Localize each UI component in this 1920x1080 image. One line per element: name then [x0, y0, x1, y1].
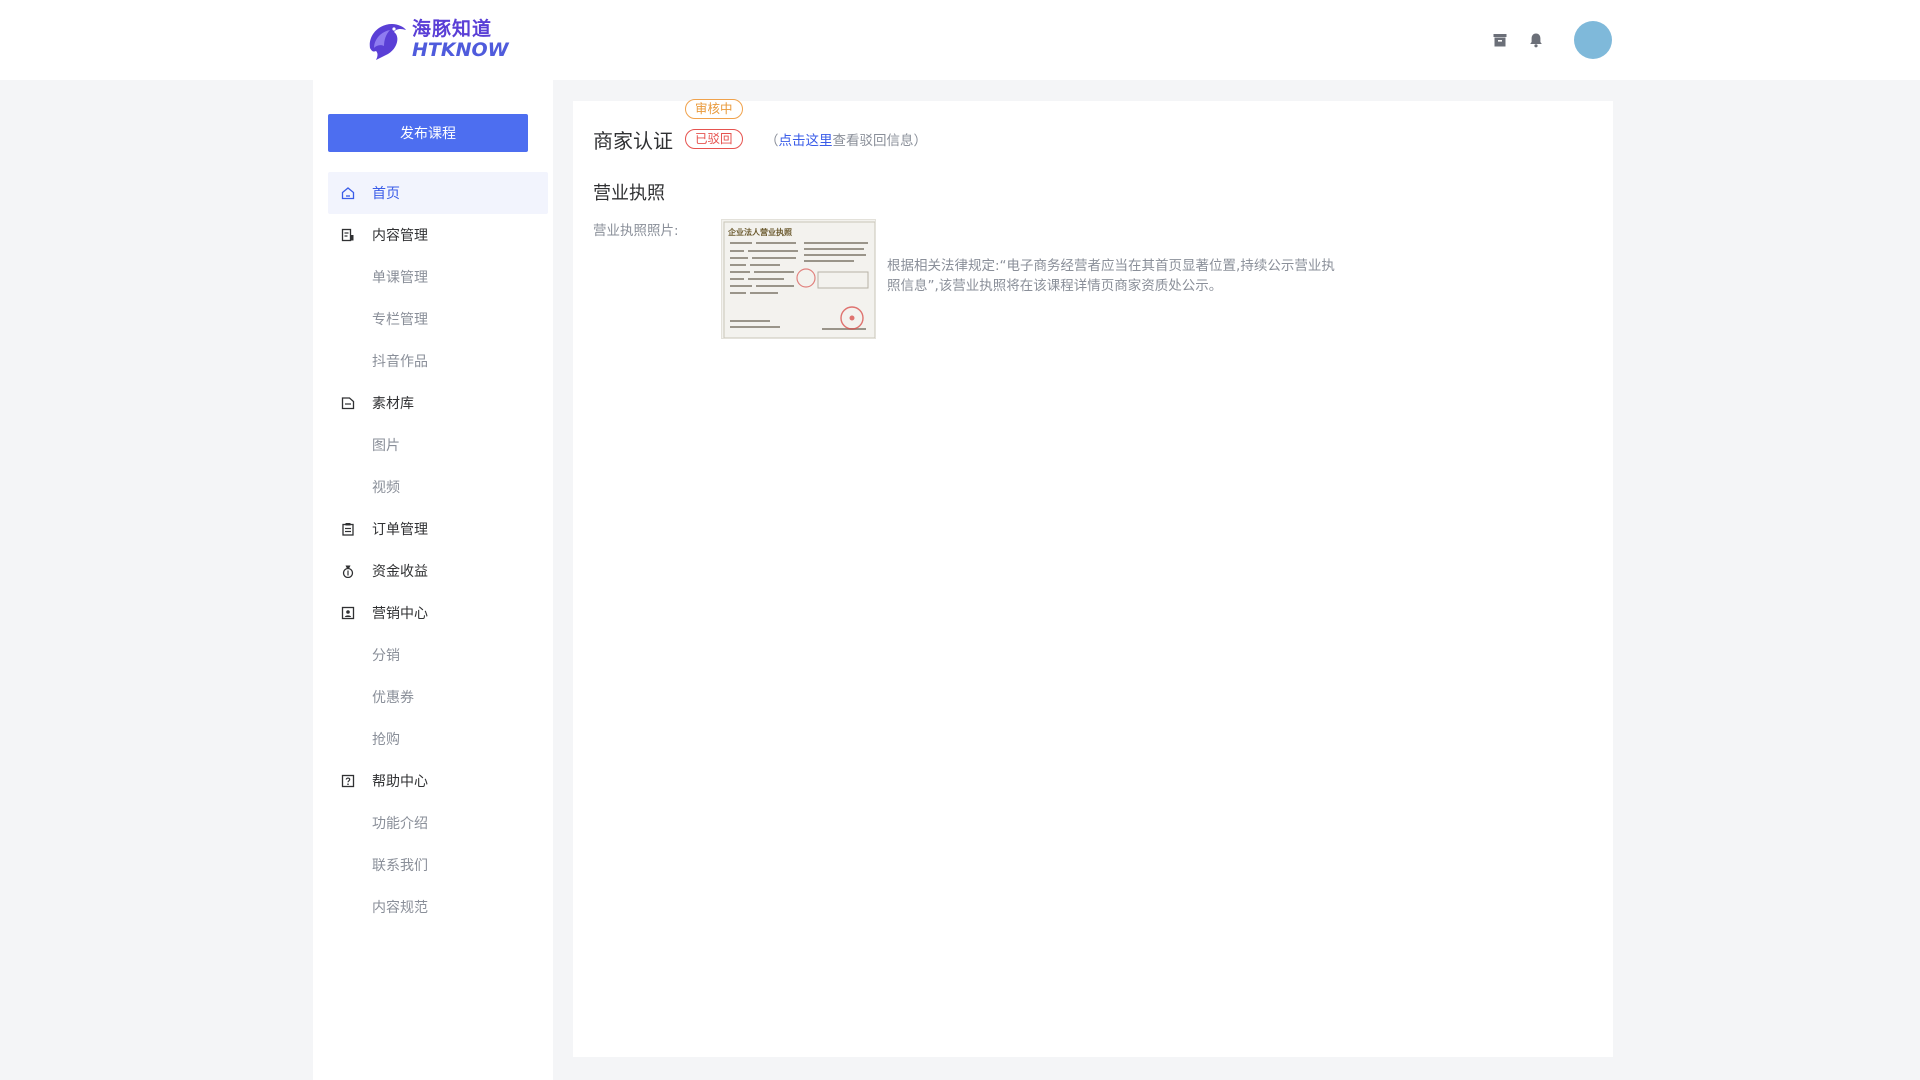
sidebar-item-label: 素材库: [372, 396, 414, 412]
license-title-text: 企业法人营业执照: [727, 227, 792, 237]
rejection-hint: （点击这里查看驳回信息）: [765, 133, 927, 149]
help-icon: [340, 773, 356, 789]
sidebar-item-label: 资金收益: [372, 564, 428, 580]
money-bag-icon: [340, 563, 356, 579]
title-row: 商家认证 审核中 已驳回 （点击这里查看驳回信息）: [593, 99, 927, 157]
sidebar-subitem-video[interactable]: 视频: [328, 466, 548, 508]
sidebar: 发布课程 首页 内容管理 单课管理 专栏管理 抖音作品 素材库 图片 视频 订单…: [313, 80, 553, 1080]
business-license-image[interactable]: 企业法人营业执照: [721, 219, 876, 339]
sidebar-item-marketing[interactable]: 营销中心: [328, 592, 548, 634]
content-doc-icon: [340, 227, 356, 243]
sidebar-item-home[interactable]: 首页: [328, 172, 548, 214]
logo[interactable]: 海豚知道 HTKNOW: [364, 16, 509, 64]
clipboard-icon: [340, 521, 356, 537]
sidebar-item-orders[interactable]: 订单管理: [328, 508, 548, 550]
status-badges: 审核中 已驳回: [685, 99, 747, 149]
sidebar-subitem-image[interactable]: 图片: [328, 424, 548, 466]
sidebar-subitem-douyin[interactable]: 抖音作品: [328, 340, 548, 382]
section-title-business-license: 营业执照: [593, 183, 665, 204]
sidebar-item-label: 内容管理: [372, 228, 428, 244]
sidebar-subitem-contact[interactable]: 联系我们: [328, 844, 548, 886]
sidebar-subitem-coupon[interactable]: 优惠券: [328, 676, 548, 718]
sidebar-subitem-rules[interactable]: 内容规范: [328, 886, 548, 928]
logo-en-text: HTKNOW: [412, 39, 509, 61]
logo-cn-text: 海豚知道: [412, 18, 493, 40]
sidebar-item-help[interactable]: 帮助中心: [328, 760, 548, 802]
page-title: 商家认证: [593, 128, 673, 153]
sidebar-item-label: 订单管理: [372, 522, 428, 538]
archive-icon[interactable]: [1490, 30, 1510, 50]
license-legal-note: 根据相关法律规定:“电子商务经营者应当在其首页显著位置,持续公示营业执照信息”,…: [887, 258, 1335, 294]
dolphin-logo-icon: [364, 18, 408, 62]
folder-icon: [340, 395, 356, 411]
sidebar-item-material[interactable]: 素材库: [328, 382, 548, 424]
view-rejection-link[interactable]: 点击这里: [779, 133, 833, 149]
sidebar-subitem-flash-sale[interactable]: 抢购: [328, 718, 548, 760]
sidebar-item-label: 首页: [372, 186, 400, 202]
sidebar-subitem-single-course[interactable]: 单课管理: [328, 256, 548, 298]
header-actions: [1490, 20, 1612, 60]
sidebar-subitem-column[interactable]: 专栏管理: [328, 298, 548, 340]
merchant-certification-panel: 商家认证 审核中 已驳回 （点击这里查看驳回信息） 营业执照 营业执照照片: 企…: [573, 99, 1613, 1057]
sidebar-item-content[interactable]: 内容管理: [328, 214, 548, 256]
status-badge-pending: 审核中: [685, 99, 743, 119]
home-icon: [340, 185, 356, 201]
sidebar-item-funds[interactable]: 资金收益: [328, 550, 548, 592]
sidebar-subitem-distribution[interactable]: 分销: [328, 634, 548, 676]
publish-course-button[interactable]: 发布课程: [328, 114, 528, 152]
bell-icon[interactable]: [1526, 30, 1546, 50]
license-photo-label: 营业执照照片:: [593, 223, 679, 239]
sidebar-item-label: 帮助中心: [372, 774, 428, 790]
avatar[interactable]: [1574, 21, 1612, 59]
sidebar-item-label: 营销中心: [372, 606, 428, 622]
top-header: 海豚知道 HTKNOW: [0, 0, 1920, 80]
sidebar-menu: 首页 内容管理 单课管理 专栏管理 抖音作品 素材库 图片 视频 订单管理 资金…: [328, 172, 548, 928]
status-badge-rejected: 已驳回: [685, 129, 743, 149]
user-card-icon: [340, 605, 356, 621]
sidebar-subitem-features[interactable]: 功能介绍: [328, 802, 548, 844]
